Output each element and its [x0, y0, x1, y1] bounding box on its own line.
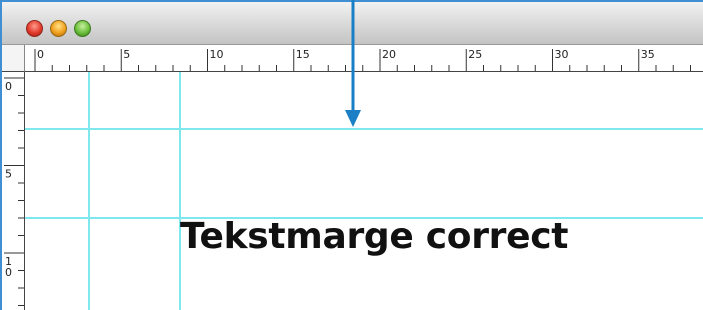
- arrow-down-icon: [345, 0, 361, 127]
